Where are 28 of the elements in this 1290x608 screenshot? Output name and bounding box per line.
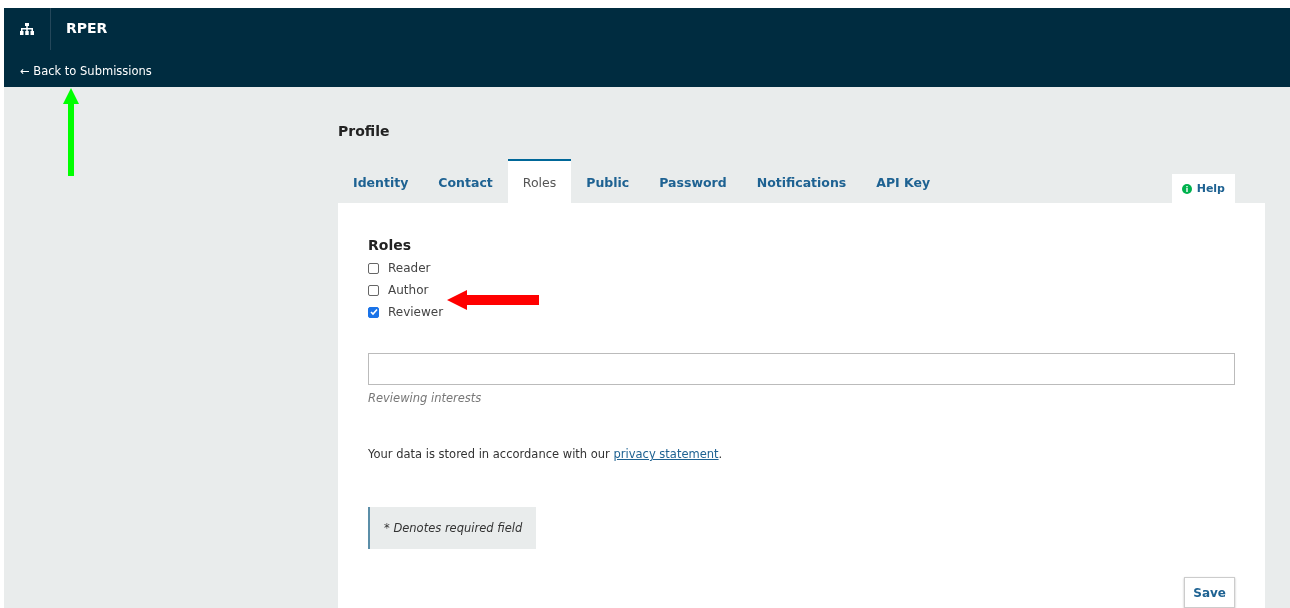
sitemap-icon[interactable] [20,23,34,35]
tab[interactable]: Roles [507,159,572,203]
help-button[interactable]: Help [1171,174,1235,203]
back-link[interactable]: ← Back to Submissions [20,64,152,78]
site-title[interactable]: RPER [51,8,108,50]
checkbox-label: Author [388,283,429,297]
info-icon [1181,183,1192,194]
arrow-icon [63,88,79,176]
tab[interactable]: Identity [338,159,424,203]
checkbox[interactable] [368,284,379,296]
checkbox[interactable] [368,306,379,318]
checkbox-label: Reviewer [388,305,444,319]
tab[interactable]: API Key [861,159,946,203]
checkbox[interactable] [368,262,379,274]
field-label: Reviewing interests [368,391,482,405]
roles-heading: Roles [368,237,413,253]
privacy-link[interactable]: privacy statement [613,447,719,461]
privacy-text: Your data is stored in accordance with our privacy statement. [368,447,724,461]
required-note: * Denotes required field [368,507,537,549]
arrow-icon [447,290,539,310]
tab[interactable]: Password [644,159,742,203]
input-field[interactable] [368,353,1235,385]
save-button[interactable]: Save [1184,577,1235,608]
tab[interactable]: Contact [423,159,508,203]
tab[interactable]: Public [571,159,645,203]
tab[interactable]: Notifications [741,159,862,203]
page-title: Profile [338,123,391,139]
checkbox-label: Reader [388,261,431,275]
